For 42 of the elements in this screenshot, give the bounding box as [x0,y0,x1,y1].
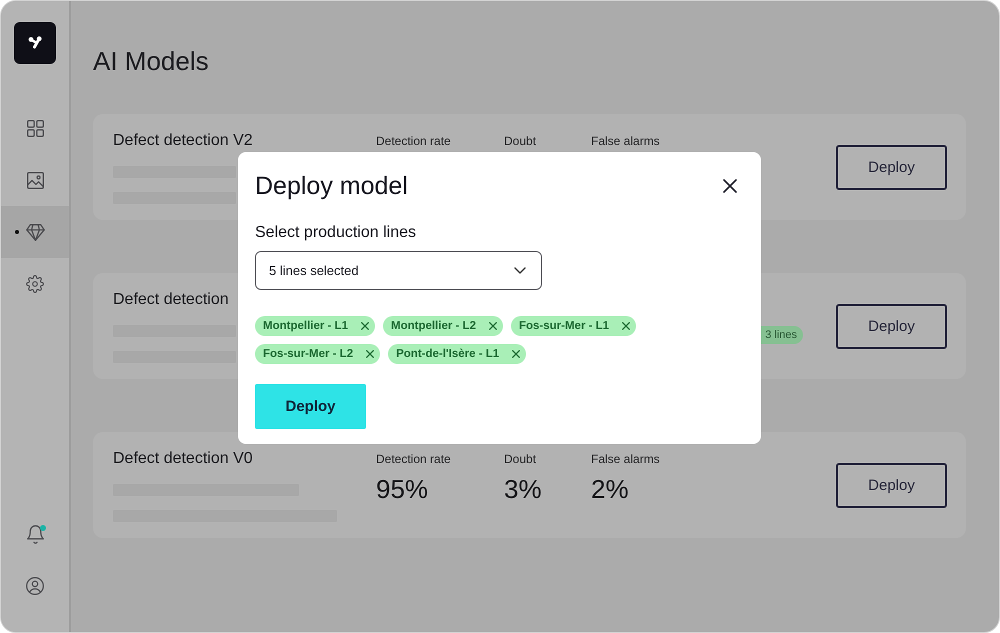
remove-icon[interactable] [512,350,520,358]
logo-icon[interactable] [14,22,56,64]
deploy-button[interactable]: Deploy [836,304,947,348]
bell-icon [26,524,44,544]
metric-value: 95% [376,474,428,504]
field-label: Select production lines [255,223,416,243]
metric-label: False alarms [591,452,660,466]
remove-icon[interactable] [360,322,369,330]
chip-label: Pont-de-l'Isère - L1 [396,347,500,361]
metric-value: 3% [504,474,542,504]
remove-icon[interactable] [366,350,374,358]
user-icon [26,577,44,595]
model-name: Defect detection V2 [113,131,253,151]
chevron-down-icon [514,267,526,274]
page-title: AI Models [93,45,209,77]
selection-dot-icon [15,230,19,234]
remove-icon[interactable] [622,322,630,330]
chip-label: Montpellier - L1 [263,319,348,333]
chip-label: Fos-sur-Mer - L1 [518,319,610,333]
metric-label: Detection rate [376,452,451,466]
line-count-tag: 3 lines [761,326,803,344]
metric-label: Doubt [504,134,536,148]
close-icon [723,179,737,193]
nav-item[interactable] [1,206,69,258]
deploy-button[interactable]: Deploy [836,462,947,508]
metric-value: 2% [591,474,629,504]
dialog-title: Deploy model [255,171,408,201]
deploy-button[interactable]: Deploy [255,384,366,429]
metric-label: False alarms [591,134,660,148]
model-name: Defect detection V0 [113,449,253,469]
chip-label: Montpellier - L2 [390,319,476,333]
model-name: Defect detection [113,290,229,310]
lines-dropdown[interactable]: 5 lines selected [255,251,542,290]
deploy-button[interactable]: Deploy [836,144,947,190]
gear-icon [26,275,44,293]
diamond-icon [26,224,44,240]
image-icon [26,172,44,188]
remove-icon[interactable] [488,322,497,330]
chip-label: Fos-sur-Mer - L2 [263,347,354,361]
metric-label: Doubt [504,452,536,466]
grid-icon [26,120,44,136]
metric-label: Detection rate [376,134,451,148]
